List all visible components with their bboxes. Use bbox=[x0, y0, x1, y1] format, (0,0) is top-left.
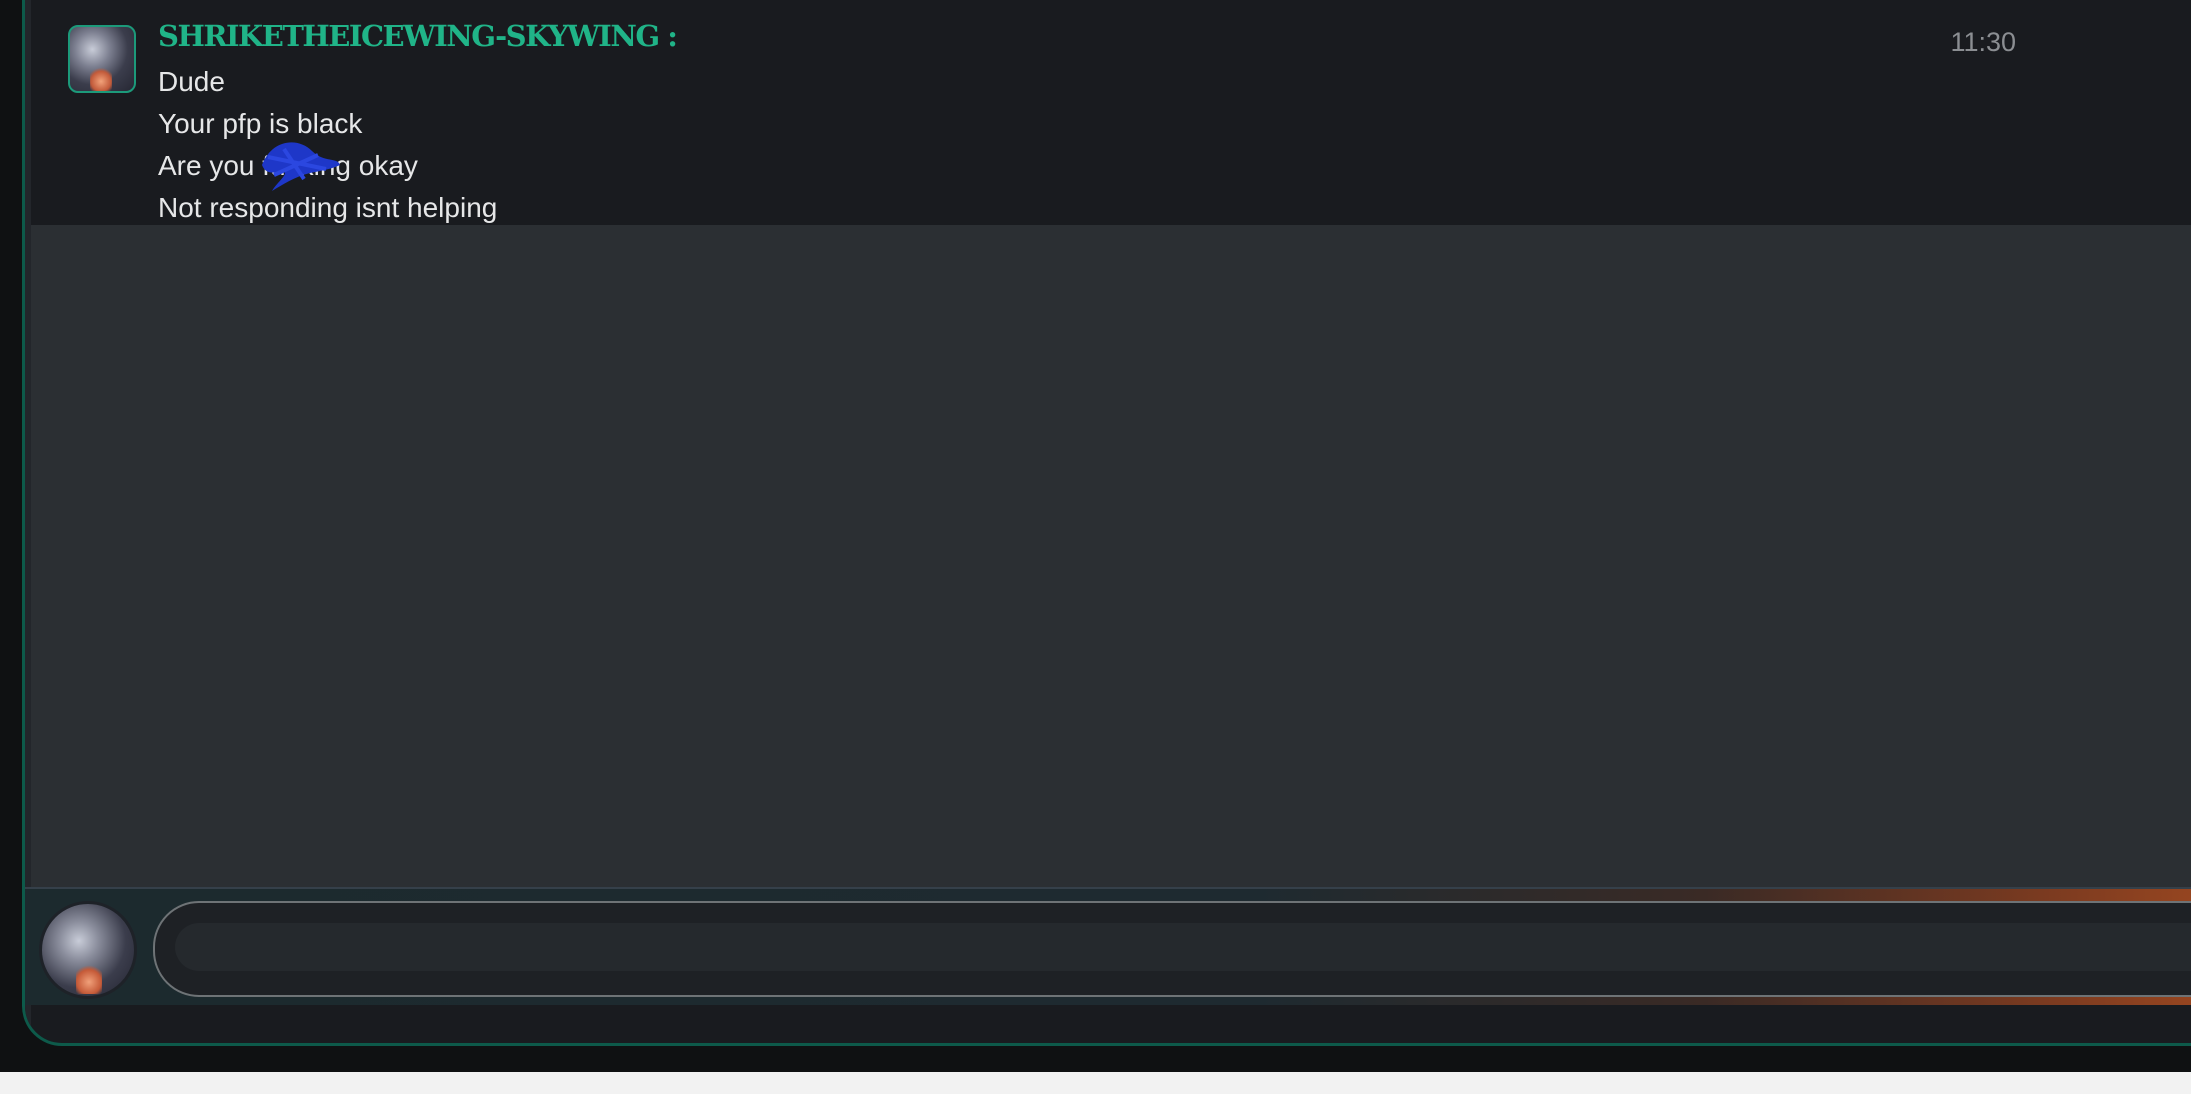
bottom-strip bbox=[0, 1072, 2191, 1094]
chat-message: SHRIKETHEICEWING-SKYWING : 11:30 Dude Yo… bbox=[31, 3, 2191, 225]
composer-bar bbox=[25, 887, 2191, 1005]
avatar-flame bbox=[76, 964, 102, 994]
redaction-scribble-icon bbox=[262, 142, 341, 191]
message-line-redacted: Are you fucking okay bbox=[158, 142, 497, 191]
message-list-empty-area bbox=[31, 225, 2191, 887]
message-input[interactable] bbox=[175, 923, 2191, 971]
message-body: Dude Your pfp is black Are you fucking o… bbox=[158, 61, 497, 229]
redacted-word-wrap: fucking bbox=[262, 142, 351, 191]
message-line: Dude bbox=[158, 66, 225, 97]
own-avatar[interactable] bbox=[39, 901, 137, 999]
message-line-after: okay bbox=[351, 150, 418, 181]
message-composer[interactable] bbox=[153, 901, 2191, 997]
sender-avatar[interactable] bbox=[68, 25, 136, 93]
message-line-before: Are you bbox=[158, 150, 263, 181]
sender-username[interactable]: SHRIKETHEICEWING-SKYWING : bbox=[158, 19, 678, 53]
avatar-flame bbox=[90, 67, 112, 91]
chat-frame: SHRIKETHEICEWING-SKYWING : 11:30 Dude Yo… bbox=[22, 0, 2191, 1046]
message-timestamp: 11:30 bbox=[1950, 27, 2016, 57]
